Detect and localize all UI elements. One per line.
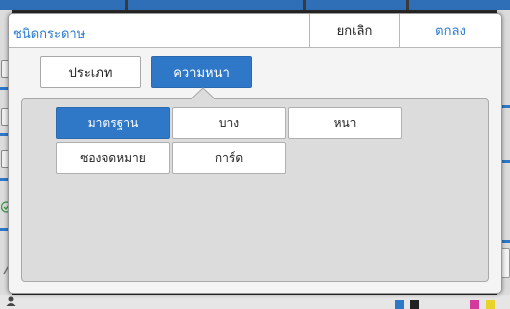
option-thin-button[interactable]: บาง xyxy=(172,107,286,139)
dialog-title: ชนิดกระดาษ xyxy=(13,27,86,42)
background-status-bar xyxy=(0,295,510,309)
option-thick-button[interactable]: หนา xyxy=(288,107,402,139)
background-top-bar xyxy=(0,0,510,10)
ink-yellow-swatch xyxy=(486,300,495,309)
background-top-segment xyxy=(409,0,510,10)
option-standard-button[interactable]: มาตรฐาน xyxy=(56,107,170,139)
user-icon xyxy=(6,296,16,306)
dialog-header: ชนิดกระดาษ ยกเลิก ตกลง xyxy=(9,14,501,48)
ok-button[interactable]: ตกลง xyxy=(399,14,501,47)
ink-black-swatch xyxy=(410,300,419,309)
tab-type[interactable]: ประเภท xyxy=(40,56,141,88)
paper-type-dialog: ชนิดกระดาษ ยกเลิก ตกลง ประเภท ความหนา มา… xyxy=(8,13,502,294)
tab-thickness[interactable]: ความหนา xyxy=(151,56,252,88)
ink-magenta-swatch xyxy=(470,300,479,309)
background-top-segment xyxy=(128,0,303,10)
ink-cyan-swatch xyxy=(395,300,404,309)
tab-pointer-notch xyxy=(192,87,214,99)
option-envelope-button[interactable]: ซองจดหมาย xyxy=(56,142,170,174)
option-card-button[interactable]: การ์ด xyxy=(172,142,286,174)
thickness-options-panel: มาตรฐาน บาง หนา ซองจดหมาย การ์ด xyxy=(21,98,489,282)
background-top-segment xyxy=(0,0,125,10)
cancel-button[interactable]: ยกเลิก xyxy=(309,14,399,47)
background-top-segment xyxy=(306,0,406,10)
